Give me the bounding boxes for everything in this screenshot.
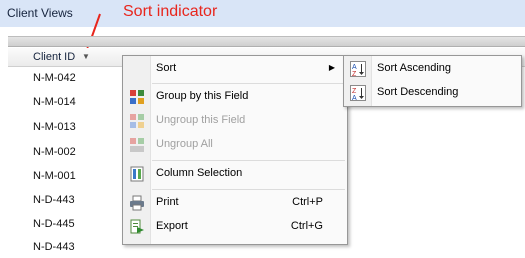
- sort-indicator-icon[interactable]: ▼: [82, 52, 90, 61]
- menu-item-label: Group by this Field: [156, 90, 249, 102]
- menu-item-label: Export: [156, 220, 188, 232]
- menu-item-label: Sort Descending: [377, 86, 459, 98]
- window-title-bar: Client Views: [0, 0, 525, 27]
- sort-indicator-annotation: Sort indicator: [123, 3, 218, 20]
- table-row[interactable]: N-M-001: [33, 170, 76, 184]
- table-row[interactable]: N-D-443: [33, 241, 75, 255]
- menu-item-ungroup-all[interactable]: Ungroup All: [123, 134, 347, 156]
- menu-item-shortcut: Ctrl+G: [290, 220, 323, 232]
- svg-text:A: A: [352, 64, 357, 71]
- ungroup-all-icon: [130, 138, 144, 152]
- column-header-label: Client ID: [33, 51, 76, 63]
- table-row[interactable]: N-D-443: [33, 194, 75, 208]
- column-context-menu: Sort ▶ Group by this Field Ungroup this …: [122, 55, 348, 245]
- az-sort-ascending-icon: A Z: [350, 61, 366, 77]
- table-row[interactable]: N-M-013: [33, 121, 76, 135]
- menu-item-sort-ascending[interactable]: A Z Sort Ascending: [344, 58, 521, 80]
- menu-item-group-by-field[interactable]: Group by this Field: [123, 86, 347, 108]
- menu-item-label: Ungroup All: [156, 138, 213, 150]
- menu-item-sort[interactable]: Sort ▶: [123, 58, 347, 80]
- sort-submenu: A Z Sort Ascending Z A Sort Descending: [343, 55, 522, 107]
- menu-item-label: Sort: [156, 62, 177, 74]
- za-sort-descending-icon: Z A: [350, 85, 366, 101]
- menu-separator: [152, 83, 345, 84]
- export-icon: [130, 219, 144, 234]
- menu-item-sort-descending[interactable]: Z A Sort Descending: [344, 82, 521, 104]
- svg-text:Z: Z: [352, 88, 357, 95]
- column-selection-icon: [130, 166, 144, 182]
- ungroup-icon: [130, 114, 144, 128]
- menu-item-label: Column Selection: [156, 167, 243, 179]
- menu-item-label: Ungroup this Field: [156, 114, 246, 126]
- printer-icon: [130, 195, 144, 211]
- table-row[interactable]: N-M-014: [33, 96, 76, 110]
- menu-item-export[interactable]: Export Ctrl+G: [123, 216, 347, 238]
- table-row[interactable]: N-M-042: [33, 72, 76, 86]
- table-row[interactable]: N-D-445: [33, 218, 75, 232]
- menu-separator: [152, 189, 345, 190]
- table-row[interactable]: N-M-002: [33, 146, 76, 160]
- menu-item-label: Print: [156, 196, 179, 208]
- group-by-icon: [130, 90, 144, 104]
- menu-item-print[interactable]: Print Ctrl+P: [123, 192, 347, 214]
- menu-item-label: Sort Ascending: [377, 62, 451, 74]
- menu-item-ungroup-field[interactable]: Ungroup this Field: [123, 110, 347, 132]
- submenu-arrow-icon: ▶: [328, 63, 335, 72]
- svg-text:Z: Z: [352, 71, 357, 77]
- window-title: Client Views: [7, 6, 73, 20]
- menu-item-column-selection[interactable]: Column Selection: [123, 163, 347, 185]
- group-by-bar[interactable]: [8, 36, 525, 47]
- svg-text:A: A: [352, 95, 357, 101]
- menu-separator: [152, 160, 345, 161]
- menu-item-shortcut: Ctrl+P: [292, 196, 323, 208]
